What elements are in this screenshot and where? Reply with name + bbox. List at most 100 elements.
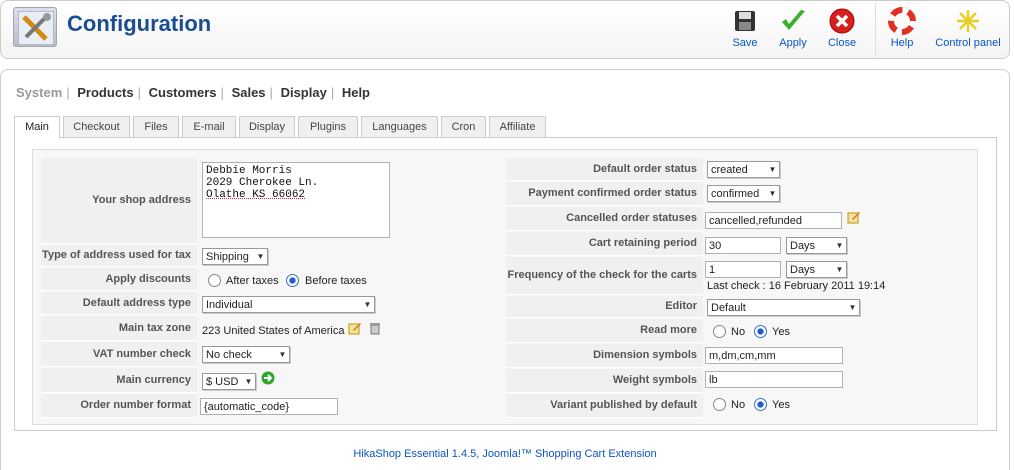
control-panel-label: Control panel: [935, 37, 1001, 49]
control-panel-button[interactable]: Control panel: [931, 5, 1005, 55]
toolbar-separator: [875, 3, 876, 57]
tab-cron[interactable]: Cron: [441, 116, 486, 137]
shop-address-line: Debbie Morris: [206, 165, 292, 177]
edit-icon[interactable]: [348, 321, 362, 335]
menu-display[interactable]: Display: [277, 85, 331, 100]
close-label: Close: [827, 37, 857, 49]
variant-no-radio[interactable]: [713, 398, 726, 411]
editor-select[interactable]: Default ▼: [707, 299, 860, 316]
dropdown-arrow-icon: ▼: [768, 165, 777, 174]
tab-plugins[interactable]: Plugins: [298, 116, 358, 137]
cart-retaining-unit-select[interactable]: Days ▼: [786, 237, 847, 254]
control-panel-icon: [954, 7, 982, 35]
discount-before-label: Before taxes: [305, 275, 367, 287]
tab-main[interactable]: Main: [14, 116, 60, 138]
read-more-no-label: No: [731, 326, 746, 338]
help-button[interactable]: Help: [885, 5, 919, 55]
tab-files[interactable]: Files: [133, 116, 179, 137]
delete-icon[interactable]: [368, 321, 382, 335]
variant-yes-radio[interactable]: [754, 398, 767, 411]
dropdown-arrow-icon: ▼: [848, 303, 857, 312]
payment-confirmed-label: Payment confirmed order status: [506, 182, 703, 206]
tab-display[interactable]: Display: [239, 116, 295, 137]
cancelled-statuses-label: Cancelled order statuses: [506, 207, 703, 231]
main-currency-label: Main currency: [41, 368, 197, 393]
dropdown-arrow-icon: ▼: [768, 189, 777, 198]
shop-address-textarea[interactable]: Debbie Morris 2029 Cherokee Ln. Olathe K…: [202, 162, 390, 238]
apply-discounts-label: Apply discounts: [41, 268, 197, 291]
go-arrow-icon[interactable]: [261, 371, 275, 385]
default-address-type-label: Default address type: [41, 292, 197, 315]
menu-sales[interactable]: Sales: [228, 85, 270, 100]
save-button[interactable]: Save: [727, 5, 763, 55]
last-check-text: Last check : 16 February 2011 19:14: [707, 280, 886, 292]
menu-separator: |: [330, 85, 335, 100]
vat-check-value: No check: [206, 349, 252, 361]
discount-before-radio[interactable]: [286, 274, 299, 287]
main-currency-value: $ USD: [206, 376, 239, 388]
discount-after-label: After taxes: [226, 275, 279, 287]
save-label: Save: [732, 37, 758, 49]
payment-confirmed-value: confirmed: [711, 188, 760, 200]
default-address-type-select[interactable]: Individual ▼: [202, 296, 375, 313]
vat-check-select[interactable]: No check ▼: [202, 346, 290, 363]
checkmark-icon: [779, 7, 807, 35]
dropdown-arrow-icon: ▼: [244, 377, 253, 386]
frequency-unit-value: Days: [790, 264, 816, 276]
footer-credit[interactable]: HikaShop Essential 1.4.5, Joomla!™ Shopp…: [0, 448, 1010, 460]
weight-symbols-input[interactable]: lb: [705, 371, 843, 388]
main-currency-select[interactable]: $ USD ▼: [202, 373, 256, 390]
lifebuoy-icon: [888, 7, 916, 35]
dropdown-arrow-icon: ▼: [256, 252, 265, 261]
menu-system[interactable]: System: [16, 85, 66, 100]
dropdown-arrow-icon: ▼: [363, 300, 372, 309]
frequency-unit-select[interactable]: Days ▼: [786, 261, 847, 278]
read-more-yes-label: Yes: [772, 326, 790, 338]
shop-address-line: Olathe KS 66062: [206, 189, 306, 201]
variant-no-label: No: [731, 399, 746, 411]
menu-products[interactable]: Products: [73, 85, 137, 100]
toolbar: Configuration Save Apply Close Help Cont…: [0, 0, 1010, 59]
floppy-disk-icon: [731, 7, 759, 35]
apply-button[interactable]: Apply: [775, 5, 811, 55]
menu-separator: |: [66, 85, 70, 100]
main-tax-zone-value: 223 United States of America: [202, 325, 345, 337]
order-number-format-label: Order number format: [41, 394, 197, 418]
default-address-type-value: Individual: [206, 299, 253, 311]
cancelled-statuses-input[interactable]: cancelled,refunded: [705, 212, 842, 229]
shop-address-label: Your shop address: [41, 158, 197, 244]
cart-retaining-label: Cart retaining period: [506, 232, 703, 256]
dimension-symbols-input[interactable]: m,dm,cm,mm: [705, 347, 843, 364]
address-type-select[interactable]: Shipping ▼: [202, 248, 268, 265]
default-order-status-select[interactable]: created ▼: [707, 161, 780, 178]
read-more-yes-radio[interactable]: [754, 325, 767, 338]
menu-help[interactable]: Help: [338, 85, 374, 100]
tab-email[interactable]: E-mail: [182, 116, 236, 137]
vat-check-label: VAT number check: [41, 342, 197, 367]
shop-address-line: 2029 Cherokee Ln.: [206, 177, 319, 189]
dropdown-arrow-icon: ▼: [278, 350, 287, 359]
editor-value: Default: [711, 302, 746, 314]
frequency-input[interactable]: 1: [705, 261, 781, 278]
menu-customers[interactable]: Customers: [145, 85, 221, 100]
tab-languages[interactable]: Languages: [361, 116, 438, 137]
dimension-symbols-label: Dimension symbols: [506, 344, 703, 368]
discount-after-radio[interactable]: [208, 274, 221, 287]
tab-checkout[interactable]: Checkout: [63, 116, 130, 137]
close-button[interactable]: Close: [824, 5, 860, 55]
frequency-label: Frequency of the check for the carts: [506, 257, 703, 295]
weight-symbols-label: Weight symbols: [506, 369, 703, 393]
menu-separator: |: [137, 85, 141, 100]
payment-confirmed-select[interactable]: confirmed ▼: [707, 185, 780, 202]
default-order-status-value: created: [711, 164, 748, 176]
config-menu: System | Products | Customers | Sales | Disp…: [16, 85, 374, 100]
cart-retaining-input[interactable]: 30: [705, 237, 781, 254]
read-more-no-radio[interactable]: [713, 325, 726, 338]
dropdown-arrow-icon: ▼: [835, 265, 844, 274]
order-number-format-input[interactable]: {automatic_code}: [200, 398, 338, 415]
menu-separator: |: [220, 85, 224, 100]
close-icon: [828, 7, 856, 35]
tab-affiliate[interactable]: Affiliate: [489, 116, 546, 137]
edit-icon[interactable]: [847, 210, 861, 224]
help-label: Help: [890, 37, 914, 49]
